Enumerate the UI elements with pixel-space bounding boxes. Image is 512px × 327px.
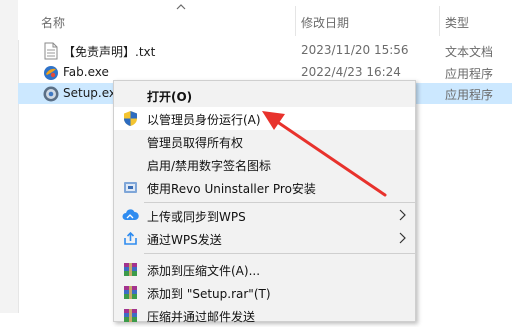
menu-item-compress-and-email[interactable]: 压缩并通过邮件发送: [114, 304, 415, 327]
chevron-right-icon: [399, 232, 406, 244]
sort-ascending-icon[interactable]: [176, 3, 186, 11]
winrar-icon: [124, 286, 137, 299]
menu-item-label: 通过WPS发送: [147, 233, 222, 247]
menu-item-add-to-archive[interactable]: 添加到压缩文件(A)...: [114, 258, 415, 281]
menu-separator: [144, 202, 415, 203]
menu-item-label: 压缩并通过邮件发送: [147, 310, 256, 324]
file-date: 2022/4/23 16:24: [301, 65, 401, 79]
wps-share-icon: [124, 231, 137, 245]
column-divider[interactable]: [295, 6, 296, 36]
file-row[interactable]: 【免责声明】.txt 2023/11/20 15:56 文本文档: [18, 40, 512, 61]
menu-item-label: 管理员取得所有权: [147, 136, 244, 150]
menu-item-wps-upload-sync[interactable]: 上传或同步到WPS: [114, 204, 415, 227]
menu-item-add-to-setup-rar[interactable]: 添加到 "Setup.rar"(T): [114, 281, 415, 304]
uac-shield-icon: [124, 111, 137, 126]
menu-item-label: 添加到 "Setup.rar"(T): [147, 287, 271, 301]
file-type: 应用程序: [445, 67, 494, 81]
context-menu: 打开(O) 以管理员身份运行(A) 管理员取得所有权 启用/禁用数字签名图标 使…: [113, 80, 416, 324]
menu-item-label: 使用Revo Uninstaller Pro安装: [147, 182, 316, 196]
file-name: 【免责声明】.txt: [63, 45, 156, 59]
menu-item-label: 以管理员身份运行(A): [147, 113, 261, 127]
menu-item-run-as-admin[interactable]: 以管理员身份运行(A): [114, 107, 415, 130]
menu-item-take-ownership[interactable]: 管理员取得所有权: [114, 130, 415, 153]
menu-item-toggle-signature-icon[interactable]: 启用/禁用数字签名图标: [114, 153, 415, 176]
menu-separator: [144, 253, 415, 254]
menu-item-open[interactable]: 打开(O): [114, 84, 415, 107]
file-type: 文本文档: [445, 45, 494, 59]
menu-item-label: 添加到压缩文件(A)...: [147, 264, 261, 278]
menu-item-label: 上传或同步到WPS: [147, 210, 246, 224]
column-date-header[interactable]: 修改日期: [301, 14, 349, 31]
menu-item-label: 启用/禁用数字签名图标: [147, 159, 272, 173]
column-name-header[interactable]: 名称: [41, 14, 65, 31]
column-divider[interactable]: [439, 6, 440, 36]
chevron-right-icon: [399, 209, 406, 221]
text-file-icon: [44, 42, 58, 60]
column-type-header[interactable]: 类型: [445, 14, 469, 31]
fab-exe-icon: [44, 66, 58, 80]
file-date: 2023/11/20 15:56: [301, 43, 409, 57]
file-type: 应用程序: [445, 88, 494, 102]
menu-item-label: 打开(O): [147, 90, 193, 104]
wps-cloud-icon: [122, 209, 139, 220]
column-header: 名称 修改日期 类型: [18, 0, 512, 40]
setup-exe-icon: [43, 86, 59, 102]
revo-uninstaller-icon: [124, 182, 137, 193]
file-name: Fab.exe: [63, 65, 109, 79]
winrar-icon: [124, 263, 137, 276]
menu-item-wps-send[interactable]: 通过WPS发送: [114, 227, 415, 250]
menu-item-revo-install[interactable]: 使用Revo Uninstaller Pro安装: [114, 176, 415, 199]
winrar-icon: [124, 309, 137, 322]
navigation-pane-edge: [0, 0, 19, 313]
